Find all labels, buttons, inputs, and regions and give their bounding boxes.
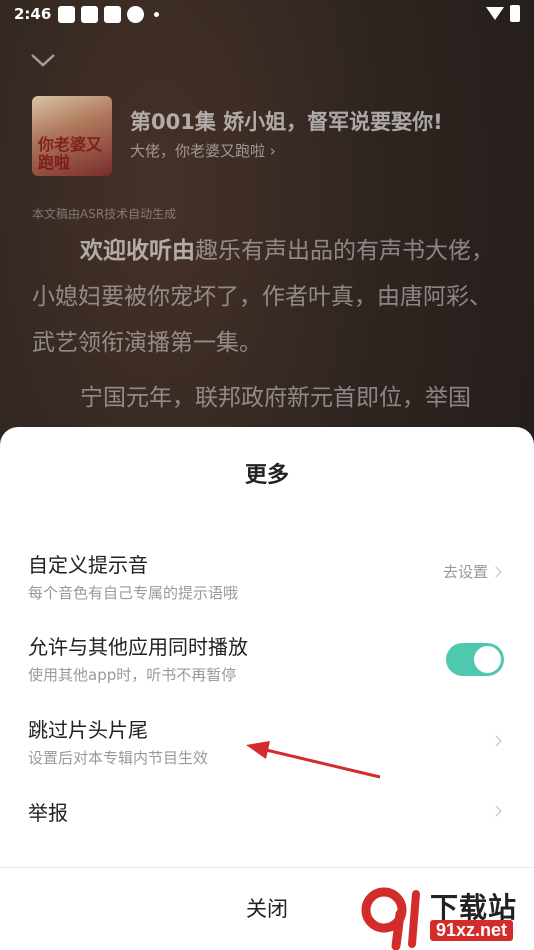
status-time: 2:46	[14, 5, 52, 23]
row-value: 去设置	[442, 563, 488, 581]
notification-icon	[58, 6, 75, 23]
status-bar: 2:46	[0, 0, 534, 30]
transcript-highlight: 欢迎收听由	[80, 238, 195, 264]
row-subtitle: 每个音色有自己专属的提示语哦	[28, 584, 239, 602]
system-icons	[486, 5, 520, 22]
chevron-down-icon[interactable]	[30, 50, 56, 70]
transcript-paragraph: 欢迎收听由趣乐有声出品的有声书大佬，小媳妇要被你宠坏了，作者叶真，由唐阿彩、武艺…	[32, 228, 512, 366]
row-subtitle: 使用其他app时，听书不再暂停	[28, 666, 237, 684]
more-notifications-icon	[154, 12, 159, 17]
album-link[interactable]: 大佬，你老婆又跑啦 ›	[130, 140, 276, 161]
transcript-paragraph: 宁国元年，联邦政府新元首即位，举国	[80, 385, 471, 411]
annotation-arrow-icon	[246, 741, 381, 779]
more-bottom-sheet: 更多 自定义提示音 每个音色有自己专属的提示语哦 去设置 允许与其他应用同时播放…	[0, 427, 534, 950]
row-title: 跳过片头片尾	[28, 718, 148, 742]
toggle-knob	[474, 646, 501, 673]
row-title: 允许与其他应用同时播放	[28, 635, 248, 659]
chevron-right-icon	[490, 805, 502, 817]
wifi-icon	[486, 7, 504, 20]
cover-title: 你老婆又跑啦	[38, 135, 103, 172]
aperture-icon	[127, 6, 144, 23]
watermark: 下载站 91xz.net	[360, 884, 534, 950]
chevron-right-icon: ›	[269, 142, 276, 160]
asr-note: 本文稿由ASR技术自动生成	[32, 207, 177, 221]
allow-simultaneous-playback-row: 允许与其他应用同时播放 使用其他app时，听书不再暂停	[0, 631, 534, 701]
watermark-logo-icon	[361, 887, 420, 950]
album-link-label: 大佬，你老婆又跑啦	[130, 142, 266, 160]
episode-title: 第001集 娇小姐，督军说要娶你!	[130, 110, 443, 134]
watermark-url: 91xz.net	[430, 920, 514, 941]
notification-icons	[58, 6, 159, 23]
report-row[interactable]: 举报	[0, 797, 534, 867]
notification-icon	[81, 6, 98, 23]
row-subtitle: 设置后对本专辑内节目生效	[28, 749, 209, 767]
chevron-right-icon	[490, 735, 502, 747]
notification-icon	[104, 6, 121, 23]
simultaneous-playback-toggle[interactable]	[446, 643, 504, 676]
album-cover[interactable]: 你老婆又跑啦	[32, 96, 112, 176]
custom-prompt-sound-row[interactable]: 自定义提示音 每个音色有自己专属的提示语哦 去设置	[0, 549, 534, 619]
chevron-right-icon	[490, 566, 502, 578]
player-content: 你老婆又跑啦 第001集 娇小姐，督军说要娶你! 大佬，你老婆又跑啦 › 本文稿…	[0, 0, 534, 440]
battery-icon	[510, 5, 520, 22]
row-title: 自定义提示音	[28, 553, 148, 577]
sheet-title: 更多	[244, 463, 289, 488]
row-title: 举报	[28, 801, 68, 825]
